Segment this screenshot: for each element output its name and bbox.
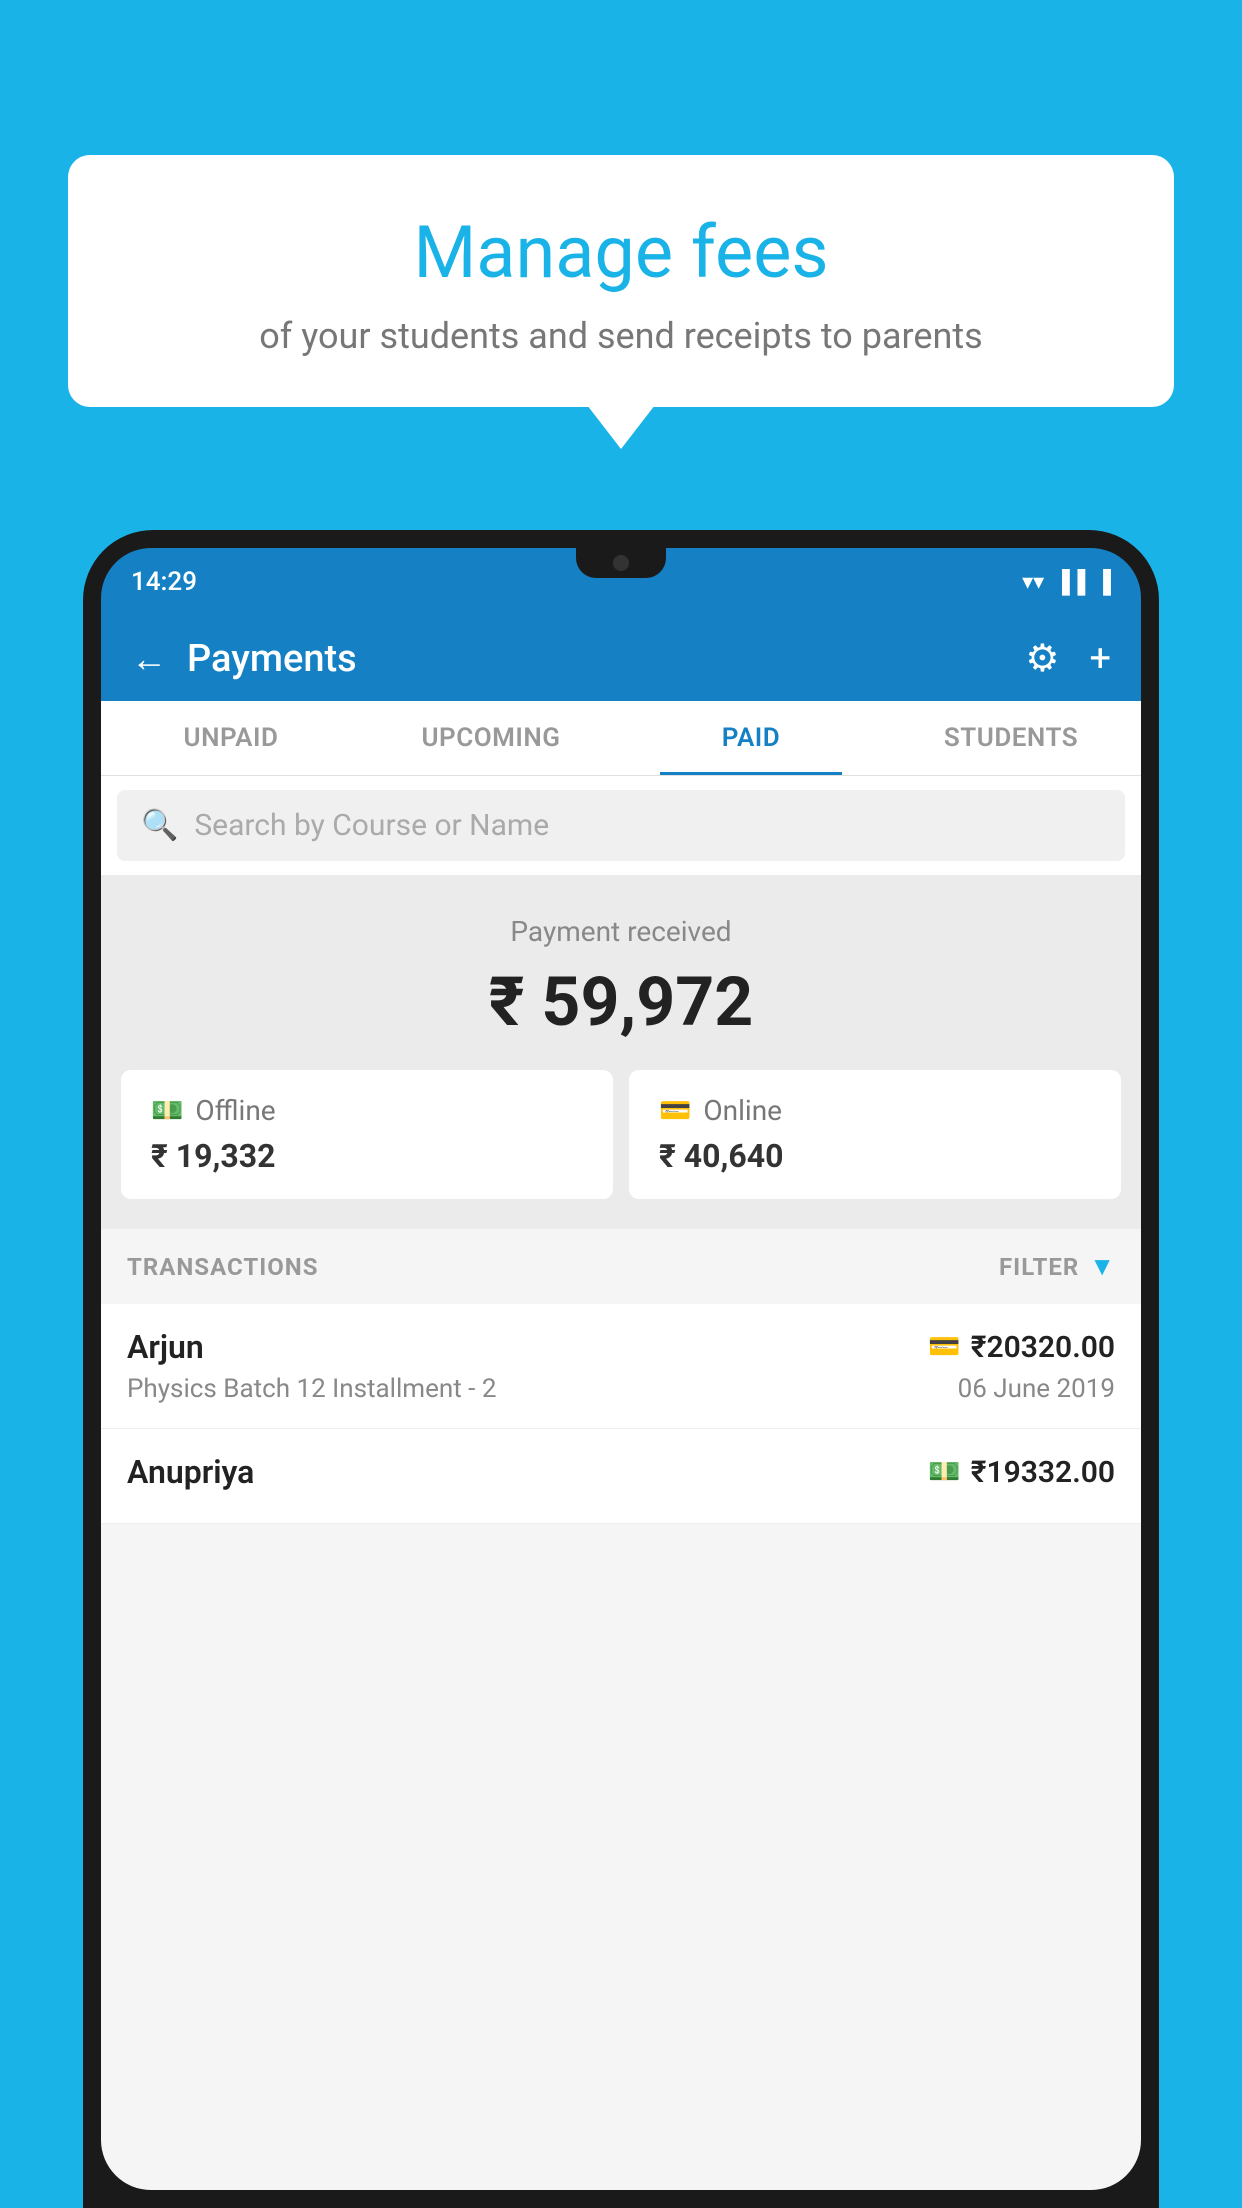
transaction-bottom: Physics Batch 12 Installment - 2 06 June… <box>127 1374 1115 1404</box>
tab-paid[interactable]: PAID <box>621 701 881 775</box>
search-icon: 🔍 <box>141 808 178 843</box>
bubble-title: Manage fees <box>128 210 1114 295</box>
offline-header: 💵 Offline <box>151 1094 276 1127</box>
page-title: Payments <box>187 637 357 681</box>
header-left: ← Payments <box>131 637 357 681</box>
course-info: Physics Batch 12 Installment - 2 <box>127 1374 496 1404</box>
offline-icon: 💵 <box>151 1096 183 1126</box>
table-row[interactable]: Arjun 💳 ₹20320.00 Physics Batch 12 Insta… <box>101 1304 1141 1429</box>
status-bar: 14:29 ▾▾ ▐▐ ▐ <box>101 548 1141 616</box>
payment-summary: Payment received ₹ 59,972 💵 Offline ₹ 19… <box>101 875 1141 1229</box>
app-content: ← Payments ⚙ + UNPAID UPCOMING PAID STUD… <box>101 616 1141 2190</box>
online-label: Online <box>703 1094 782 1127</box>
phone-frame: 14:29 ▾▾ ▐▐ ▐ ← Payments ⚙ + UNPAID <box>83 530 1159 2208</box>
online-amount: ₹ 40,640 <box>659 1137 783 1175</box>
online-card: 💳 Online ₹ 40,640 <box>629 1070 1121 1199</box>
transaction-top: Anupriya 💵 ₹19332.00 <box>127 1453 1115 1491</box>
transaction-top: Arjun 💳 ₹20320.00 <box>127 1328 1115 1366</box>
tabs-bar: UNPAID UPCOMING PAID STUDENTS <box>101 701 1141 776</box>
transaction-right: 💳 ₹20320.00 <box>928 1330 1115 1365</box>
student-name: Anupriya <box>127 1453 254 1491</box>
add-icon[interactable]: + <box>1089 637 1111 681</box>
phone-notch <box>576 548 666 578</box>
status-time: 14:29 <box>131 567 197 597</box>
back-button[interactable]: ← <box>131 638 167 680</box>
wifi-icon: ▾▾ <box>1022 570 1044 595</box>
card-payment-icon: 💳 <box>928 1332 960 1362</box>
signal-icon: ▐▐ <box>1054 569 1085 595</box>
filter-area[interactable]: FILTER ▼ <box>999 1251 1115 1282</box>
payment-cards: 💵 Offline ₹ 19,332 💳 Online ₹ 40,640 <box>121 1070 1121 1199</box>
search-input[interactable]: Search by Course or Name <box>194 808 549 843</box>
offline-amount: ₹ 19,332 <box>151 1137 275 1175</box>
filter-label: FILTER <box>999 1253 1079 1281</box>
speech-bubble: Manage fees of your students and send re… <box>68 155 1174 407</box>
offline-card: 💵 Offline ₹ 19,332 <box>121 1070 613 1199</box>
tab-unpaid[interactable]: UNPAID <box>101 701 361 775</box>
bubble-subtitle: of your students and send receipts to pa… <box>128 315 1114 357</box>
battery-icon: ▐ <box>1095 569 1111 595</box>
transaction-right: 💵 ₹19332.00 <box>928 1455 1115 1490</box>
offline-payment-icon: 💵 <box>928 1457 960 1487</box>
tab-students[interactable]: STUDENTS <box>881 701 1141 775</box>
app-header: ← Payments ⚙ + <box>101 616 1141 701</box>
tab-upcoming[interactable]: UPCOMING <box>361 701 621 775</box>
settings-icon[interactable]: ⚙ <box>1025 636 1059 681</box>
online-icon: 💳 <box>659 1096 691 1126</box>
payment-received-label: Payment received <box>121 915 1121 948</box>
table-row[interactable]: Anupriya 💵 ₹19332.00 <box>101 1429 1141 1524</box>
filter-icon: ▼ <box>1089 1251 1115 1282</box>
status-icons: ▾▾ ▐▐ ▐ <box>1022 569 1111 595</box>
online-header: 💳 Online <box>659 1094 782 1127</box>
transaction-amount: ₹20320.00 <box>971 1330 1115 1365</box>
transactions-label: TRANSACTIONS <box>127 1253 319 1281</box>
transaction-amount: ₹19332.00 <box>971 1455 1115 1490</box>
student-name: Arjun <box>127 1328 204 1366</box>
transactions-header: TRANSACTIONS FILTER ▼ <box>101 1229 1141 1304</box>
payment-total-amount: ₹ 59,972 <box>121 962 1121 1042</box>
offline-label: Offline <box>195 1094 275 1127</box>
search-container: 🔍 Search by Course or Name <box>101 776 1141 875</box>
header-right: ⚙ + <box>1025 636 1111 681</box>
camera <box>613 555 629 571</box>
transaction-date: 06 June 2019 <box>958 1374 1115 1404</box>
search-bar[interactable]: 🔍 Search by Course or Name <box>117 790 1125 861</box>
